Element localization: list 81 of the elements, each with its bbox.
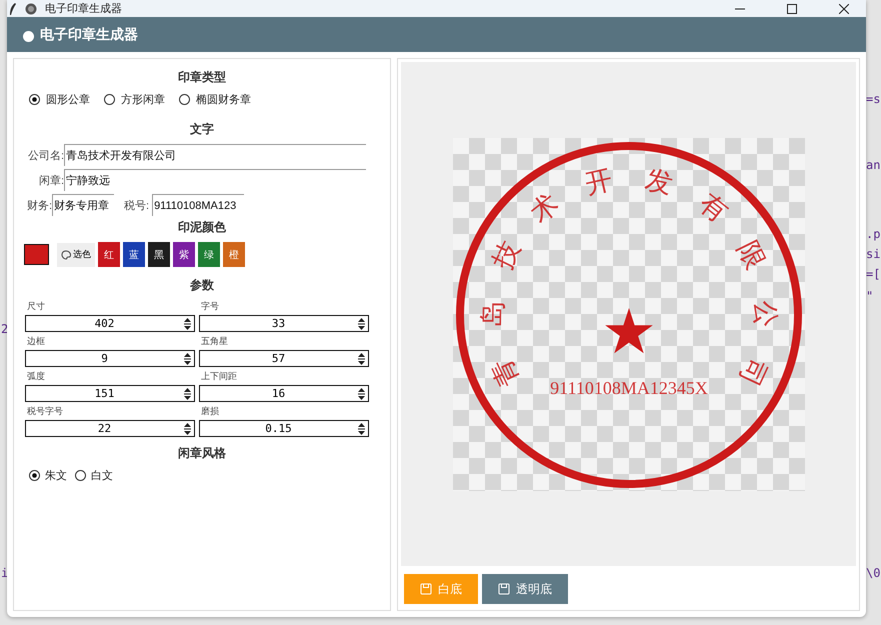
parameter-label: 边框: [26, 335, 46, 348]
section-heading: 闲章风格: [177, 445, 227, 462]
radio-option[interactable]: 朱文: [29, 468, 67, 483]
code-fragment: i: [1, 566, 8, 580]
company-name-field[interactable]: 青岛技术开发有限公司: [64, 144, 366, 166]
spin-box[interactable]: 57: [199, 350, 369, 367]
save-button[interactable]: 透明底: [482, 574, 568, 604]
stamp-character: 术: [524, 187, 564, 228]
code-fragment: 2: [1, 322, 8, 336]
spinner-icon: [357, 316, 366, 330]
section-heading: 印章类型: [177, 69, 227, 86]
spinner-icon: [183, 422, 192, 436]
spinner-icon: [183, 352, 192, 366]
spinner-icon: [357, 352, 366, 366]
parameter-label: 税号字号: [26, 405, 64, 418]
feather-icon: [9, 2, 17, 14]
spin-box[interactable]: 9: [25, 350, 195, 367]
spinner-icon: [357, 386, 366, 400]
section-heading: 文字: [189, 121, 215, 138]
color-preset-button[interactable]: 红: [98, 242, 120, 267]
palette-icon: [61, 250, 71, 260]
stamp-character: 技: [486, 236, 526, 274]
parameter-label: 上下间距: [200, 370, 238, 383]
color-preset-button[interactable]: 橙: [223, 242, 245, 267]
color-preset-button[interactable]: 紫: [173, 242, 195, 267]
spinner-icon: [183, 316, 192, 330]
spin-box[interactable]: 16: [199, 385, 369, 402]
color-preset-button[interactable]: 绿: [198, 242, 220, 267]
finance-field[interactable]: 财务专用章: [52, 194, 114, 216]
stamp-character: 司: [732, 353, 772, 391]
code-fragment: ": [866, 289, 874, 303]
section-heading: 印泥颜色: [177, 219, 227, 236]
parameter-label: 弧度: [26, 370, 46, 383]
parameter-label: 字号: [200, 300, 220, 313]
radio-option[interactable]: 圆形公章: [29, 92, 90, 107]
spinner-icon: [183, 386, 192, 400]
section-heading: 参数: [189, 277, 215, 294]
spin-box[interactable]: 22: [25, 420, 195, 437]
save-icon: [420, 583, 432, 595]
spin-box[interactable]: 33: [199, 315, 369, 332]
field-label: 公司名:: [26, 148, 64, 162]
code-fragment: si: [866, 247, 880, 261]
tax-number-field[interactable]: 91110108MA123: [152, 194, 244, 216]
stamp-character: 有: [692, 187, 734, 228]
parameter-label: 磨损: [200, 405, 220, 418]
stamp-character: 开: [582, 164, 616, 200]
color-picker-button[interactable]: 选色: [57, 242, 95, 266]
close-icon: [839, 4, 849, 14]
app-icon: [25, 2, 37, 14]
spin-box[interactable]: 402: [25, 315, 195, 332]
maximize-icon: [787, 4, 797, 14]
field-label: 闲章:: [38, 174, 64, 188]
stamp-character: 发: [642, 164, 676, 200]
parameter-label: 尺寸: [26, 300, 46, 313]
field-label: 财务:: [26, 198, 52, 212]
window-title: 电子印章生成器: [45, 2, 122, 16]
star-icon: [604, 308, 652, 353]
code-fragment: =[: [866, 267, 880, 281]
spinner-icon: [357, 422, 366, 436]
parameter-label: 五角星: [200, 335, 229, 348]
color-preset-button[interactable]: 黑: [148, 242, 170, 267]
code-fragment: an: [866, 158, 880, 172]
stamp-number: 91110108MA12345X: [550, 378, 708, 398]
radio-option[interactable]: 方形闲章: [104, 92, 165, 107]
leisure-stamp-field[interactable]: 宁静致远: [64, 169, 366, 191]
code-fragment: \0: [866, 566, 880, 580]
spin-box[interactable]: 0.15: [199, 420, 369, 437]
circle-icon: [23, 31, 34, 42]
spin-box[interactable]: 151: [25, 385, 195, 402]
stamp-character: 限: [730, 236, 770, 274]
stamp-character: 岛: [476, 300, 508, 327]
code-fragment: .p: [866, 227, 880, 241]
code-fragment: =s: [866, 92, 880, 106]
radio-option[interactable]: 椭圆财务章: [179, 92, 251, 107]
app-title: 电子印章生成器: [40, 26, 138, 44]
stamp-character: 公: [748, 300, 780, 327]
field-label: 税号:: [124, 198, 150, 212]
color-preset-button[interactable]: 蓝: [123, 242, 145, 267]
radio-option[interactable]: 白文: [75, 468, 113, 483]
stamp-character: 青: [486, 353, 525, 391]
save-icon: [498, 583, 510, 595]
